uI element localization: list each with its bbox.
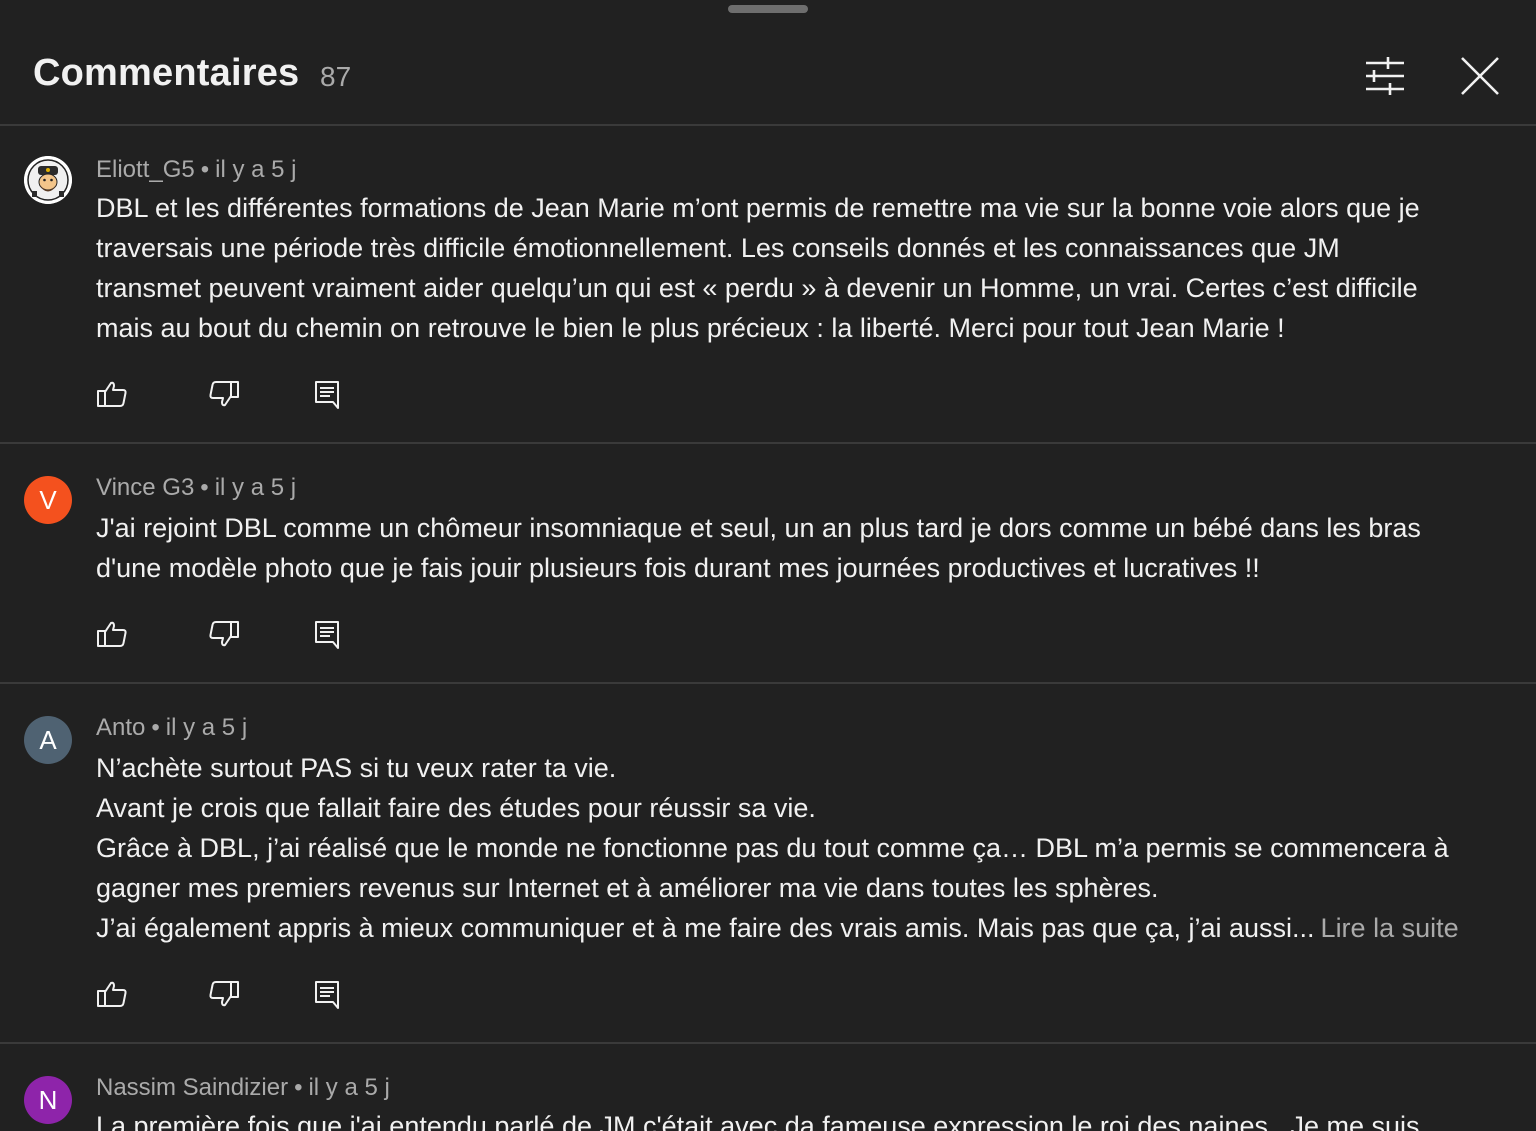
thumb-up-icon	[97, 981, 127, 1007]
meta-separator: •	[294, 1074, 303, 1101]
comment-time: il y a 5 j	[215, 156, 297, 183]
comment-time: il y a 5 j	[214, 474, 297, 501]
reply-button[interactable]	[312, 378, 344, 410]
comment-text-line: mais au bout du chemin on retrouve le bi…	[96, 313, 1285, 343]
comment-meta: Vince G3 • il y a 5 j	[96, 474, 296, 502]
thumb-down-icon	[209, 621, 239, 647]
dislike-button[interactable]	[208, 618, 240, 650]
comment-text-line: gagner mes premiers revenus sur Internet…	[96, 873, 1159, 903]
avatar-letter: A	[39, 724, 57, 755]
comment-text-last-line: J’ai également appris à mieux communique…	[96, 908, 1516, 948]
comments-header: Commentaires 87	[0, 0, 1536, 126]
comment-text-line: transmet peuvent vraiment aider quelqu’u…	[96, 273, 1418, 303]
thumb-up-icon	[97, 381, 127, 407]
comment-actions	[96, 618, 356, 650]
comments-panel: Commentaires 87 Eliott_G5 • il y a 5 j D…	[0, 0, 1536, 1131]
comment-text: La première fois que j'ai entendu parlé …	[96, 1106, 1516, 1131]
like-button[interactable]	[96, 378, 128, 410]
comment-text-line: La première fois que j'ai entendu parlé …	[96, 1111, 1420, 1131]
comment-text-line: Avant je crois que fallait faire des étu…	[96, 793, 816, 823]
comment-text-line: J'ai rejoint DBL comme un chômeur insomn…	[96, 513, 1421, 543]
avatar[interactable]: N	[24, 1076, 72, 1124]
comment-text-line: d'une modèle photo que je fais jouir plu…	[96, 553, 1260, 583]
comment-text-line: DBL et les différentes formations de Jea…	[96, 193, 1420, 223]
avatar[interactable]: V	[24, 476, 72, 524]
comment-time: il y a 5 j	[165, 714, 248, 741]
avatar-letter: N	[38, 1084, 58, 1115]
comment-text: DBL et les différentes formations de Jea…	[96, 188, 1516, 348]
comment-text-line: N’achète surtout PAS si tu veux rater ta…	[96, 753, 617, 783]
close-icon	[1461, 57, 1499, 95]
comment-text-line: traversais une période très difficile ém…	[96, 233, 1340, 263]
avatar[interactable]	[24, 156, 72, 204]
comment-author[interactable]: Vince G3	[96, 474, 194, 501]
reply-button[interactable]	[312, 978, 344, 1010]
comment-time: il y a 5 j	[308, 1074, 390, 1101]
comment-author[interactable]: Nassim Saindizier	[96, 1074, 288, 1101]
dislike-button[interactable]	[208, 378, 240, 410]
comment-item: Eliott_G5 • il y a 5 j DBL et les différen…	[0, 126, 1536, 444]
close-button[interactable]	[1456, 52, 1504, 100]
comment-meta: Nassim Saindizier • il y a 5 j	[96, 1074, 390, 1102]
reply-comment-icon	[315, 981, 339, 1009]
thumb-down-icon	[209, 381, 239, 407]
comments-count: 87	[320, 61, 352, 92]
reply-button[interactable]	[312, 618, 344, 650]
meta-separator: •	[200, 156, 210, 183]
comment-meta: Anto • il y a 5 j	[96, 714, 247, 742]
comment-actions	[96, 378, 356, 410]
comment-text: N’achète surtout PAS si tu veux rater ta…	[96, 748, 1516, 948]
comment-text-line: J’ai également appris à mieux communique…	[96, 913, 1315, 943]
reply-comment-icon	[315, 381, 339, 409]
comment-text-line: Grâce à DBL, j’ai réalisé que le monde n…	[96, 833, 1449, 863]
read-more-link[interactable]: Lire la suite	[1321, 913, 1459, 943]
tune-icon	[1366, 57, 1404, 95]
comment-author[interactable]: Eliott_G5	[96, 156, 195, 183]
avatar-character-icon	[24, 156, 72, 204]
meta-separator: •	[151, 714, 160, 741]
like-button[interactable]	[96, 978, 128, 1010]
comment-item: V Vince G3 • il y a 5 j J'ai rejoint DBL c…	[0, 444, 1536, 684]
comments-title: Commentaires	[33, 52, 300, 94]
like-button[interactable]	[96, 618, 128, 650]
meta-separator: •	[200, 474, 209, 501]
comment-meta: Eliott_G5 • il y a 5 j	[96, 156, 297, 184]
dislike-button[interactable]	[208, 978, 240, 1010]
avatar[interactable]: A	[24, 716, 72, 764]
comment-item: N Nassim Saindizier • il y a 5 j La premiè…	[0, 1044, 1536, 1131]
comment-item: A Anto • il y a 5 j N’achète surtout PAS s…	[0, 684, 1536, 1044]
comment-author[interactable]: Anto	[96, 714, 145, 741]
thumb-down-icon	[209, 981, 239, 1007]
avatar-letter: V	[39, 484, 57, 515]
sort-filter-button[interactable]	[1360, 54, 1408, 98]
thumb-up-icon	[97, 621, 127, 647]
comment-text: J'ai rejoint DBL comme un chômeur insomn…	[96, 508, 1516, 588]
comment-actions	[96, 978, 356, 1010]
reply-comment-icon	[315, 621, 339, 649]
